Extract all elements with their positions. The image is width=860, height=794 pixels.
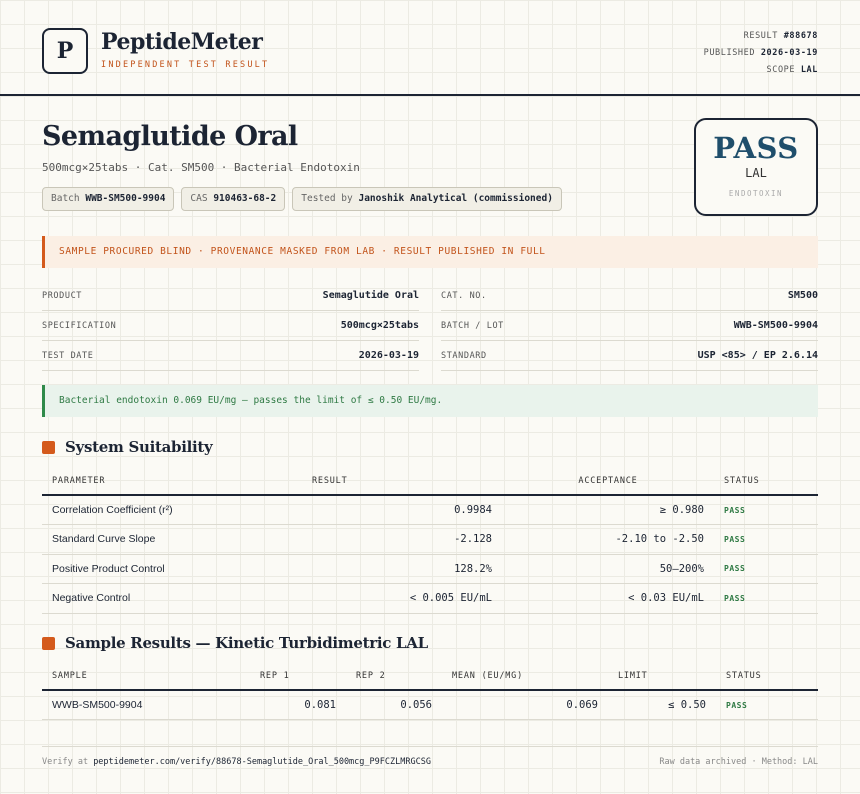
spec-standard: STANDARD USP <85> / EP 2.6.14: [441, 341, 818, 371]
spec-value: WWB-SM500-9904: [733, 320, 818, 331]
spec-key: BATCH / LOT: [441, 320, 504, 331]
acceptance-cell: -2.10 to -2.50: [502, 524, 714, 555]
batch-chip: Batch WWB-SM500-9904: [42, 187, 175, 211]
status-badge: PASS: [714, 495, 818, 525]
tested-by-chip: Tested by Janoshik Analytical (commissio…: [292, 187, 562, 211]
suitability-table: PARAMETER RESULT ACCEPTANCE STATUS Corre…: [42, 467, 818, 614]
spec-value: USP <85> / EP 2.6.14: [697, 350, 818, 361]
spec-value: Semaglutide Oral: [322, 290, 419, 301]
meta-scope: SCOPE LAL: [766, 65, 818, 75]
verify-link[interactable]: peptidemeter.com/verify/88678-Semaglutid…: [93, 757, 431, 767]
table-row: WWB-SM500-9904 0.081 0.056 0.069 ≤ 0.50 …: [42, 690, 818, 720]
param-cell: Correlation Coefficient (r²): [42, 495, 302, 525]
provenance-banner: SAMPLE PROCURED BLIND · PROVENANCE MASKE…: [42, 236, 818, 268]
meta-published: PUBLISHED 2026-03-19: [703, 48, 818, 58]
col-rep1: REP 1: [250, 662, 346, 691]
verdict-note: ENDOTOXIN: [728, 189, 784, 198]
acceptance-cell: < 0.03 EU/mL: [502, 583, 714, 614]
col-status: STATUS: [716, 662, 818, 691]
mean-cell: 0.069: [442, 690, 608, 720]
status-badge: PASS: [716, 690, 818, 720]
brand-tagline: INDEPENDENT TEST RESULT: [101, 60, 270, 70]
col-acceptance: ACCEPTANCE: [502, 467, 714, 496]
spec-batch-lot: BATCH / LOT WWB-SM500-9904: [441, 311, 818, 341]
col-status: STATUS: [714, 467, 818, 496]
report-footer: Verify at peptidemeter.com/verify/88678-…: [42, 746, 818, 767]
spec-key: STANDARD: [441, 350, 487, 361]
spec-key: CAT. NO.: [441, 290, 487, 301]
spec-value: SM500: [787, 290, 818, 301]
spec-value: 2026-03-19: [358, 350, 419, 361]
rep1-cell: 0.081: [250, 690, 346, 720]
col-sample: SAMPLE: [42, 662, 250, 691]
result-cell: < 0.005 EU/mL: [302, 583, 502, 614]
sample-cell: WWB-SM500-9904: [42, 690, 250, 720]
verify-prefix: Verify at: [42, 757, 89, 767]
col-limit: LIMIT: [608, 662, 716, 691]
table-row: Standard Curve Slope -2.128 -2.10 to -2.…: [42, 524, 818, 555]
report-header: P PeptideMeter INDEPENDENT TEST RESULT R…: [0, 0, 860, 96]
param-cell: Standard Curve Slope: [42, 524, 302, 555]
col-parameter: PARAMETER: [42, 467, 302, 496]
section-title: Sample Results — Kinetic Turbidimetric L…: [65, 634, 428, 652]
table-header-row: SAMPLE REP 1 REP 2 MEAN (EU/MG) LIMIT ST…: [42, 662, 818, 691]
product-title: Semaglutide Oral: [42, 121, 298, 152]
samples-heading: Sample Results — Kinetic Turbidimetric L…: [42, 634, 428, 652]
limit-cell: ≤ 0.50: [608, 690, 716, 720]
spec-test-date: TEST DATE 2026-03-19: [42, 341, 419, 371]
result-cell: -2.128: [302, 524, 502, 555]
spec-key: PRODUCT: [42, 290, 83, 301]
verdict-stamp: PASS LAL ENDOTOXIN: [694, 118, 818, 216]
status-badge: PASS: [714, 583, 818, 614]
brand-name: PeptideMeter: [101, 29, 263, 55]
verdict-main: PASS: [713, 131, 799, 165]
section-marker: [42, 440, 55, 454]
logo-mark: P: [42, 28, 88, 74]
conclusion-note: Bacterial endotoxin 0.069 EU/mg — passes…: [42, 385, 818, 417]
cas-chip: CAS 910463-68-2: [181, 187, 286, 211]
status-badge: PASS: [714, 554, 818, 584]
spec-product: PRODUCT Semaglutide Oral: [42, 281, 419, 311]
table-row: Positive Product Control 128.2% 50–200% …: [42, 554, 818, 584]
result-cell: 128.2%: [302, 554, 502, 584]
meta-result: RESULT #88678: [743, 31, 818, 41]
acceptance-cell: ≥ 0.980: [502, 495, 714, 525]
product-subtitle: 500mcg×25tabs · Cat. SM500 · Bacterial E…: [42, 161, 360, 174]
status-badge: PASS: [714, 524, 818, 555]
result-meta: RESULT #88678 PUBLISHED 2026-03-19 SCOPE…: [704, 28, 818, 79]
table-row: Correlation Coefficient (r²) 0.9984 ≥ 0.…: [42, 495, 818, 525]
samples-table: SAMPLE REP 1 REP 2 MEAN (EU/MG) LIMIT ST…: [42, 662, 818, 720]
result-cell: 0.9984: [302, 495, 502, 525]
verdict-method: LAL: [745, 166, 767, 180]
param-cell: Positive Product Control: [42, 554, 302, 584]
suitability-heading: System Suitability: [42, 438, 213, 456]
rep2-cell: 0.056: [346, 690, 442, 720]
spec-value: 500mcg×25tabs: [340, 320, 419, 331]
footer-method: Raw data archived · Method: LAL: [659, 757, 818, 767]
verify-line: Verify at peptidemeter.com/verify/88678-…: [42, 757, 431, 767]
product-chips: Batch WWB-SM500-9904 CAS 910463-68-2 Tes…: [42, 187, 562, 211]
col-mean: MEAN (EU/MG): [442, 662, 608, 691]
table-row: Negative Control < 0.005 EU/mL < 0.03 EU…: [42, 583, 818, 614]
spec-specification: SPECIFICATION 500mcg×25tabs: [42, 311, 419, 341]
spec-cat-no: CAT. NO. SM500: [441, 281, 818, 311]
col-rep2: REP 2: [346, 662, 442, 691]
param-cell: Negative Control: [42, 583, 302, 614]
spec-key: TEST DATE: [42, 350, 94, 361]
acceptance-cell: 50–200%: [502, 554, 714, 584]
section-marker: [42, 636, 55, 650]
col-result: RESULT: [302, 467, 502, 496]
section-title: System Suitability: [65, 438, 213, 456]
spec-key: SPECIFICATION: [42, 320, 117, 331]
table-header-row: PARAMETER RESULT ACCEPTANCE STATUS: [42, 467, 818, 496]
